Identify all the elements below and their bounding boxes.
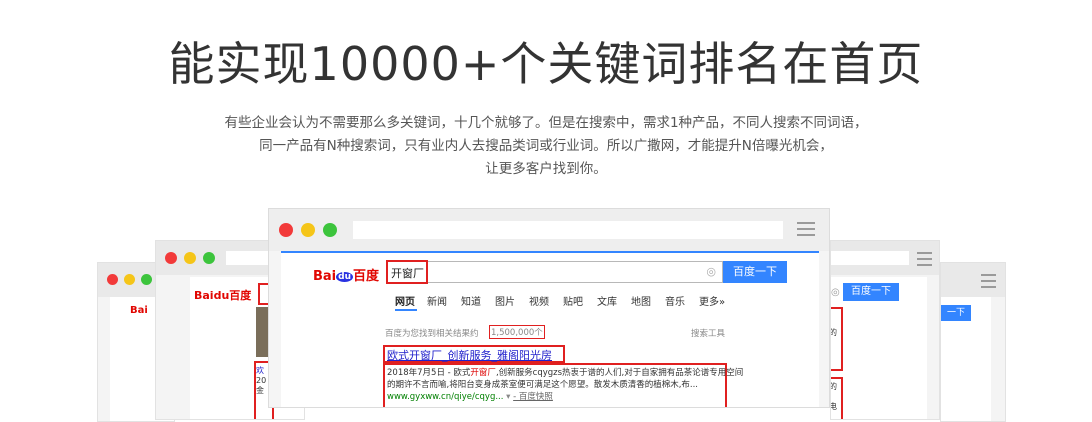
browser-mockup-main: Bai du 百度 ◎ 开窗厂 百度一下 网页 新闻 知道 图片 视频 贴吧 文库 …	[268, 208, 830, 408]
baidu-logo: Baidu百度	[313, 269, 380, 284]
address-bar	[831, 251, 909, 265]
address-bar	[353, 221, 783, 239]
menu-icon	[797, 222, 815, 240]
result-snippet-line-1: 2018年7月5日 - 欧式开窗厂,创新服务cqygzs热衷于谱的人们,对于自家…	[387, 368, 744, 378]
tab-map[interactable]: 地图	[631, 293, 651, 308]
tab-news[interactable]: 新闻	[427, 293, 447, 308]
minimize-dot-icon	[124, 274, 135, 285]
baidu-logo: Baidu百度	[194, 289, 252, 302]
tab-wenku[interactable]: 文库	[597, 293, 617, 308]
intro-paragraph: 有些企业会认为不需要那么多关键词，十几个就够了。但是在搜索中，需求1种产品，不同…	[0, 112, 1092, 181]
search-input[interactable]: ◎	[387, 261, 723, 283]
tab-tieba[interactable]: 贴吧	[563, 293, 583, 308]
close-dot-icon	[165, 252, 177, 264]
maximize-dot-icon	[323, 223, 337, 237]
minimize-dot-icon	[301, 223, 315, 237]
close-dot-icon	[107, 274, 118, 285]
tab-video[interactable]: 视频	[529, 293, 549, 308]
search-button: 百度一下	[843, 283, 899, 301]
page-headline: 能实现10000+个关键词排名在首页	[168, 37, 924, 91]
page-area: ◎ 百度一下 的 的 电	[831, 277, 927, 419]
tab-images[interactable]: 图片	[495, 293, 515, 308]
page-area: 一下	[941, 297, 991, 421]
snapshot-link[interactable]: - 百度快照	[513, 392, 553, 402]
menu-icon	[917, 252, 932, 270]
search-query: 开窗厂	[391, 267, 424, 280]
result-snippet-line-2: 的期许不言而喻,将阳台变身成茶室便可满足这个愿望。散发木质清香的植棉木,布...	[387, 380, 699, 390]
menu-icon	[981, 274, 996, 292]
search-button: 一下	[941, 305, 971, 321]
result-highlight	[831, 307, 843, 371]
tab-music[interactable]: 音乐	[665, 293, 685, 308]
tab-zhidao[interactable]: 知道	[461, 293, 481, 308]
query-highlight: 开窗厂	[386, 260, 428, 284]
tab-web[interactable]: 网页	[395, 293, 415, 308]
result-url-line: www.gyxww.cn/qiye/cqyg... ▾ - 百度快照	[387, 391, 553, 403]
search-results-page: Bai du 百度 ◎ 开窗厂 百度一下 网页 新闻 知道 图片 视频 贴吧 文库 …	[281, 251, 819, 407]
camera-icon[interactable]: ◎	[706, 265, 716, 278]
search-tools[interactable]: 搜索工具	[691, 327, 725, 339]
intro-line-2: 同一产品有N种搜索词，只有业内人去搜品类词或行业词。所以广撒网，才能提升N倍曝光…	[259, 138, 833, 154]
result-url[interactable]: www.gyxww.cn/qiye/cqyg...	[387, 392, 503, 402]
result-count: 1,500,000个	[489, 325, 545, 339]
maximize-dot-icon	[203, 252, 215, 264]
camera-icon: ◎	[831, 287, 840, 298]
tab-more[interactable]: 更多»	[699, 293, 725, 308]
browser-mockup-back-right: ◎ 百度一下 的 的 电	[830, 240, 940, 420]
search-button[interactable]: 百度一下	[723, 261, 787, 283]
minimize-dot-icon	[184, 252, 196, 264]
active-tab-underline	[395, 309, 417, 311]
close-dot-icon	[279, 223, 293, 237]
maximize-dot-icon	[141, 274, 152, 285]
top-accent-line	[281, 251, 819, 253]
baidu-logo: Bai	[130, 305, 148, 316]
intro-line-3: 让更多客户找到你。	[485, 161, 607, 177]
result-title-link[interactable]: 欧式开窗厂_创新服务_雅阁阳光房	[387, 347, 552, 363]
intro-line-1: 有些企业会认为不需要那么多关键词，十几个就够了。但是在搜索中，需求1种产品，不同…	[224, 115, 868, 131]
browser-mockup-back-right-far: 一下	[940, 262, 1006, 422]
result-count-label: 百度为您找到相关结果约	[385, 329, 479, 339]
